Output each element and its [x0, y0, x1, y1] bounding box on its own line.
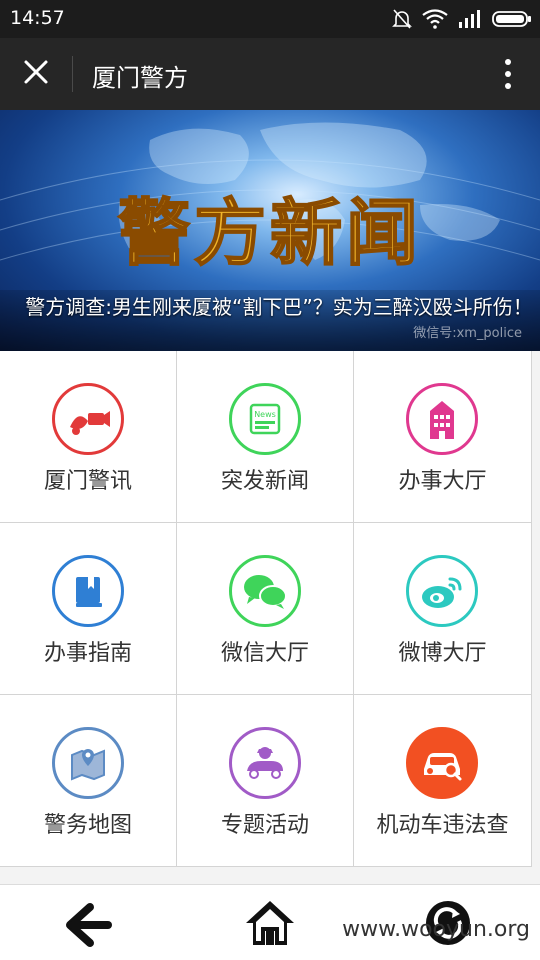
grid-item-label: 微信大厅 [220, 641, 309, 666]
close-button[interactable] [16, 56, 56, 92]
grid-item-wechat-hall[interactable]: 微信大厅 [177, 523, 354, 695]
special-event-icon [229, 727, 301, 799]
back-button[interactable] [62, 897, 118, 949]
home-icon [246, 901, 294, 945]
guide-book-icon [52, 555, 124, 627]
grid-item-vehicle-violation-query[interactable]: 机动车违法查 [354, 695, 532, 867]
service-grid: 厦门警讯 News 突发新闻 办事大厅 办事指南 微信大厅 微博大厅 警务地图 … [0, 351, 540, 884]
map-icon [52, 727, 124, 799]
grid-item-label: 专题活动 [220, 813, 309, 838]
app-header: 厦门警方 [0, 38, 540, 110]
grid-item-label: 厦门警讯 [43, 469, 132, 494]
svg-text:News: News [254, 410, 276, 419]
grid-item-label: 办事指南 [43, 641, 132, 666]
close-icon [24, 60, 48, 84]
more-options-button[interactable] [502, 58, 514, 90]
signal-icon [459, 10, 480, 28]
header-divider [72, 56, 73, 92]
site-watermark: www.wooyun.org [342, 917, 530, 942]
battery-icon [492, 11, 531, 27]
grid-item-label: 机动车违法查 [376, 813, 509, 838]
grid-item-xiamen-police-news[interactable]: 厦门警讯 [0, 351, 177, 523]
police-news-icon [52, 383, 124, 455]
page-title: 厦门警方 [92, 64, 188, 92]
status-icons [392, 8, 532, 30]
wechat-icon [229, 555, 301, 627]
mute-bell-icon [392, 9, 412, 29]
headline-caption: 警方调查:男生刚来厦被“割下巴”？实为三醉汉殴斗所伤！ [25, 295, 533, 319]
building-icon [406, 383, 478, 455]
grid-item-service-guide[interactable]: 办事指南 [0, 523, 177, 695]
bottom-navigation: www.wooyun.org [0, 884, 540, 960]
status-time: 14:57 [10, 7, 65, 29]
grid-item-police-map[interactable]: 警务地图 [0, 695, 177, 867]
status-bar: 14:57 [0, 0, 540, 38]
arrow-left-icon [66, 903, 112, 947]
car-violation-icon [406, 727, 478, 799]
grid-item-label: 突发新闻 [220, 469, 309, 494]
home-button[interactable] [242, 897, 298, 949]
grid-item-breaking-news[interactable]: News 突发新闻 [177, 351, 354, 523]
banner-title: 警方新闻 [118, 190, 422, 275]
news-banner[interactable]: 警方新闻 警方调查:男生刚来厦被“割下巴”？实为三醉汉殴斗所伤！ 微信号:xm_… [0, 110, 540, 351]
weibo-icon [406, 555, 478, 627]
grid-item-service-hall[interactable]: 办事大厅 [354, 351, 532, 523]
more-vertical-icon [505, 59, 511, 89]
grid-item-label: 警务地图 [43, 813, 132, 838]
news-icon: News [229, 383, 301, 455]
grid-item-special-events[interactable]: 专题活动 [177, 695, 354, 867]
grid-item-label: 微博大厅 [398, 641, 487, 666]
grid-item-weibo-hall[interactable]: 微博大厅 [354, 523, 532, 695]
wifi-icon [422, 9, 448, 29]
grid-item-label: 办事大厅 [398, 469, 487, 494]
wechat-id-watermark: 微信号:xm_police [413, 326, 522, 341]
